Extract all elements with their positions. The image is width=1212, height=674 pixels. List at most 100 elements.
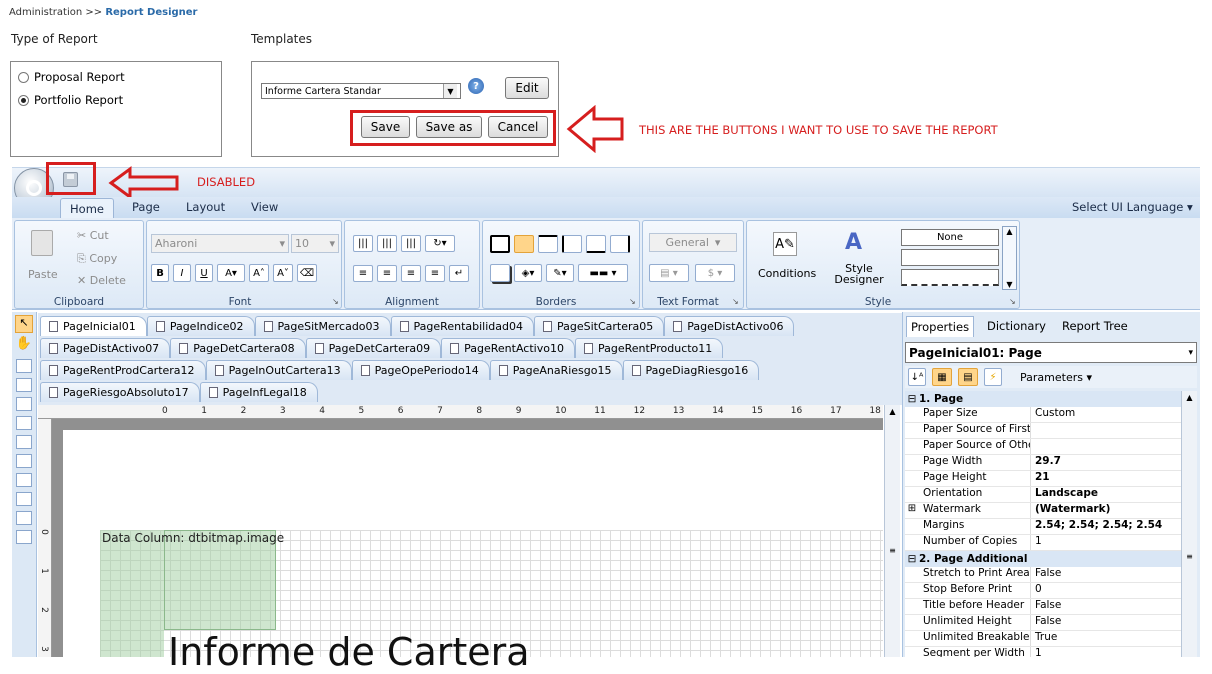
all-borders-icon[interactable]: [490, 235, 510, 253]
align-middle-icon[interactable]: |||: [377, 235, 397, 252]
style-designer-button[interactable]: Style Designer: [831, 263, 887, 285]
page-tab[interactable]: PageRentProdCartera12: [40, 360, 206, 380]
property-row[interactable]: Stop Before Print 0: [905, 583, 1181, 599]
properties-view-icon[interactable]: ▤: [958, 368, 978, 386]
property-category[interactable]: ⊟ 1. Page: [905, 391, 1181, 407]
object-select[interactable]: PageInicial01: Page ▾: [905, 342, 1197, 363]
property-value[interactable]: False: [1031, 615, 1061, 630]
property-value[interactable]: 0: [1031, 583, 1042, 598]
page-tab[interactable]: PageIndice02: [146, 316, 255, 336]
property-row[interactable]: ⊞ Watermark (Watermark): [905, 503, 1181, 519]
cut-button[interactable]: ✂ Cut: [77, 229, 109, 242]
align-center-icon[interactable]: ≡: [377, 265, 397, 282]
justify-icon[interactable]: ≡: [425, 265, 445, 282]
property-value[interactable]: [1031, 439, 1035, 454]
bottom-border-icon[interactable]: [586, 235, 606, 253]
tab-layout[interactable]: Layout: [186, 200, 225, 214]
help-icon[interactable]: ?: [468, 78, 484, 94]
property-value[interactable]: 1: [1031, 647, 1042, 657]
sort-az-icon[interactable]: ↓ᴬ: [908, 368, 926, 386]
property-value[interactable]: 2.54; 2.54; 2.54; 2.54: [1031, 519, 1162, 534]
font-color-icon[interactable]: A▾: [217, 264, 245, 282]
panel-tab-report-tree[interactable]: Report Tree: [1062, 319, 1128, 333]
property-value[interactable]: Landscape: [1031, 487, 1098, 502]
property-row[interactable]: Unlimited Height False: [905, 615, 1181, 631]
property-row[interactable]: Paper Source of Other: [905, 439, 1181, 455]
page-tab[interactable]: PageInicial01: [40, 316, 147, 336]
align-bottom-icon[interactable]: |||: [401, 235, 421, 252]
align-left-icon[interactable]: ≡: [353, 265, 373, 282]
top-border-icon[interactable]: [538, 235, 558, 253]
copy-button[interactable]: ⎘ Copy: [77, 252, 117, 266]
grow-font-icon[interactable]: A˄: [249, 264, 269, 282]
dialog-launcher-icon[interactable]: ↘: [332, 297, 339, 306]
no-border-icon[interactable]: [514, 235, 534, 253]
collapse-icon[interactable]: ⊟: [905, 393, 919, 405]
property-value[interactable]: [1031, 423, 1035, 438]
rich-text-tool-icon[interactable]: [16, 473, 32, 487]
property-value[interactable]: 21: [1031, 471, 1050, 486]
text-tool-icon[interactable]: [16, 454, 32, 468]
events-icon[interactable]: ⚡: [984, 368, 1002, 386]
word-wrap-icon[interactable]: ↵: [449, 265, 469, 282]
hand-tool-icon[interactable]: ✋: [15, 336, 33, 354]
page-tab[interactable]: PageDistActivo06: [664, 316, 795, 336]
property-value[interactable]: 29.7: [1031, 455, 1061, 470]
expand-icon[interactable]: ⊞: [905, 503, 919, 518]
align-right-icon[interactable]: ≡: [401, 265, 421, 282]
property-value[interactable]: 1: [1031, 535, 1042, 550]
cancel-button[interactable]: Cancel: [488, 116, 548, 138]
language-select[interactable]: Select UI Language ▾: [1072, 200, 1193, 214]
page-tab[interactable]: PageRiesgoAbsoluto17: [40, 382, 200, 402]
property-value[interactable]: True: [1031, 631, 1057, 646]
conditions-button[interactable]: Conditions: [758, 267, 816, 280]
property-row[interactable]: Number of Copies 1: [905, 535, 1181, 551]
page-tab[interactable]: PageDistActivo07: [40, 338, 171, 358]
border-style-icon[interactable]: ▬▬ ▾: [578, 264, 628, 282]
page-tab[interactable]: PageInOutCartera13: [205, 360, 352, 380]
tab-page[interactable]: Page: [132, 200, 160, 214]
page-tool-icon[interactable]: [16, 416, 32, 430]
report-heading[interactable]: Informe de Cartera: [168, 630, 530, 674]
save-as-button[interactable]: Save as: [416, 116, 482, 138]
scroll-up-icon[interactable]: ▲: [1182, 393, 1197, 402]
property-grid-scrollbar[interactable]: ▲ ≡: [1181, 391, 1197, 657]
property-row[interactable]: Unlimited Breakable True: [905, 631, 1181, 647]
page-tab[interactable]: PageDetCartera08: [170, 338, 306, 358]
page-tab[interactable]: PageRentProducto11: [574, 338, 724, 358]
radio-portfolio-report[interactable]: Portfolio Report: [18, 91, 221, 109]
property-row[interactable]: Margins 2.54; 2.54; 2.54; 2.54: [905, 519, 1181, 535]
property-row[interactable]: Paper Size Custom: [905, 407, 1181, 423]
dialog-launcher-icon[interactable]: ↘: [1009, 297, 1016, 306]
property-row[interactable]: Page Height 21: [905, 471, 1181, 487]
shape-tool-icon[interactable]: [16, 511, 32, 525]
scroll-down-icon[interactable]: ▼: [1006, 280, 1012, 289]
style-none-swatch[interactable]: None: [901, 229, 999, 246]
radio-proposal-report[interactable]: Proposal Report: [18, 68, 221, 86]
categorized-icon[interactable]: ▦: [932, 368, 952, 386]
property-value[interactable]: False: [1031, 599, 1061, 614]
canvas-vertical-scrollbar[interactable]: ▲ ≡: [884, 405, 900, 657]
collapse-icon[interactable]: ⊟: [905, 553, 919, 565]
image-tool-icon[interactable]: [16, 492, 32, 506]
font-size-select[interactable]: 10 ▾: [291, 234, 339, 253]
panel-tab-dictionary[interactable]: Dictionary: [987, 319, 1046, 333]
chevron-down-icon[interactable]: ▼: [443, 84, 457, 98]
page-tab[interactable]: PageInfLegal18: [199, 382, 318, 402]
tab-home[interactable]: Home: [60, 198, 114, 219]
parameters-button[interactable]: Parameters ▾: [1020, 371, 1092, 384]
bold-icon[interactable]: B: [151, 264, 169, 282]
rotate-text-icon[interactable]: ↻▾: [425, 235, 455, 252]
barcode-tool-icon[interactable]: [16, 530, 32, 544]
pointer-tool-icon[interactable]: ↖: [15, 315, 33, 333]
format-number-icon[interactable]: $ ▾: [695, 264, 735, 282]
property-row[interactable]: Orientation Landscape: [905, 487, 1181, 503]
data-column-image[interactable]: [164, 530, 276, 630]
left-border-icon[interactable]: [562, 235, 582, 253]
underline-icon[interactable]: U: [195, 264, 213, 282]
dialog-launcher-icon[interactable]: ↘: [629, 297, 636, 306]
font-family-select[interactable]: Aharoni ▾: [151, 234, 289, 253]
property-category[interactable]: ⊟ 2. Page Additional: [905, 551, 1181, 567]
right-border-icon[interactable]: [610, 235, 630, 253]
property-value[interactable]: False: [1031, 567, 1061, 582]
